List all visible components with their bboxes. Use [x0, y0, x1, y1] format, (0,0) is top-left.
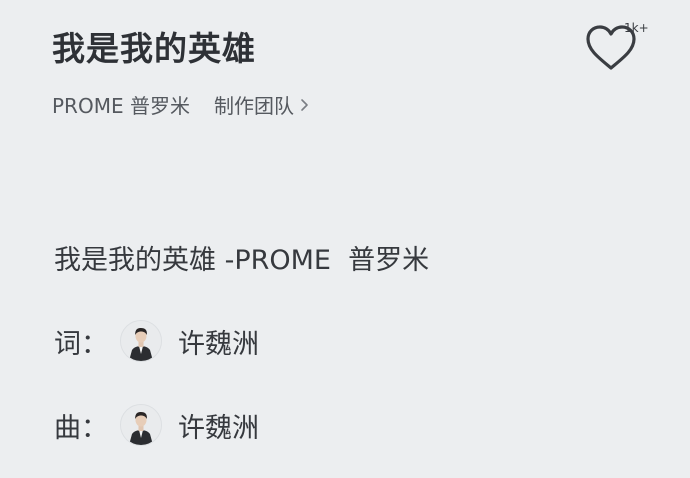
song-title: 我是我的英雄 [52, 29, 256, 68]
avatar[interactable] [120, 320, 162, 362]
lyricist-name[interactable]: 许魏洲 [178, 322, 259, 361]
like-button[interactable]: 1k+ [584, 18, 656, 74]
artist-link[interactable]: PROME 普罗米 [52, 90, 190, 119]
song-meta: PROME 普罗米 制作团队 [52, 90, 312, 119]
like-count: 1k+ [624, 21, 649, 35]
lyrics-line: 我是我的英雄 -PROME 普罗米 [54, 245, 430, 276]
person-avatar-icon [121, 321, 161, 361]
lyricist-label: 词： [54, 328, 108, 360]
composer-credit: 曲： 许魏洲 [54, 404, 259, 446]
composer-label: 曲： [54, 412, 108, 444]
person-avatar-icon [121, 405, 161, 445]
production-team-link[interactable]: 制作团队 [214, 90, 312, 119]
composer-name[interactable]: 许魏洲 [178, 406, 259, 445]
lyricist-credit: 词： 许魏洲 [54, 320, 259, 362]
production-team-label: 制作团队 [213, 94, 294, 118]
avatar[interactable] [120, 404, 162, 446]
chevron-right-icon [301, 98, 308, 111]
